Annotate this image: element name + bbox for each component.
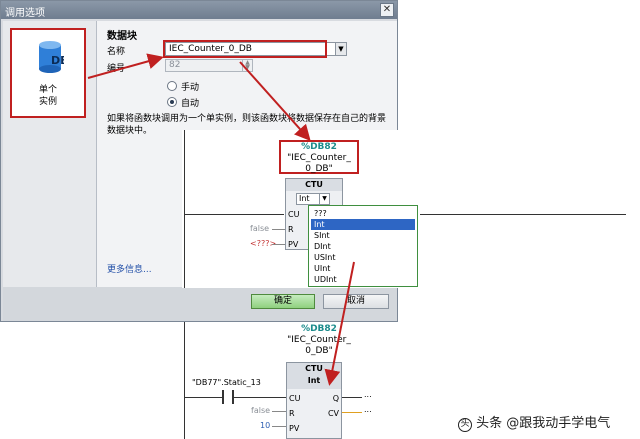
db-number-tag: %DB82 (301, 142, 337, 152)
section-title: 数据块 (107, 31, 137, 42)
type-option[interactable]: UInt (311, 263, 415, 274)
chevron-down-icon[interactable]: ▼ (335, 43, 346, 55)
q-wire (342, 397, 362, 398)
cancel-button[interactable]: 取消 (323, 294, 389, 309)
ctu-type-dropdown[interactable]: Int ▼ (296, 193, 330, 205)
ctu-block-type: Int (307, 376, 321, 385)
pin-cu: CU (289, 394, 301, 403)
type-option[interactable]: DInt (311, 241, 415, 252)
radio-manual-label: 手动 (181, 83, 200, 93)
ok-button[interactable]: 确定 (251, 294, 315, 309)
ctu-block-title: CTU Int (287, 363, 341, 389)
radio-manual[interactable] (167, 81, 177, 91)
ctu-type-value: Int (299, 194, 310, 203)
pin-cu: CU (288, 210, 300, 219)
radio-auto[interactable] (167, 97, 177, 107)
cv-wire (342, 412, 362, 413)
contact-tag[interactable]: "DB77".Static_13 (192, 378, 261, 387)
type-option[interactable]: UDInt (311, 274, 415, 285)
pin-q: Q (332, 394, 339, 403)
db-name-line2: 0_DB" (305, 164, 333, 174)
type-option[interactable]: ??? (311, 208, 415, 219)
dialog-title: 调用选项 (5, 8, 45, 19)
db-icon-label: DB (51, 54, 64, 67)
db-instance-ref-top[interactable]: %DB82 "IEC_Counter_ 0_DB" (281, 142, 357, 175)
r-wire (272, 229, 285, 230)
instance-type-panel: DB 单个 实例 (3, 21, 97, 287)
pin-pv: PV (288, 240, 299, 249)
dialog-footer: 确定 取消 (3, 287, 397, 321)
pin-r: R (288, 225, 294, 234)
type-option[interactable]: USInt (311, 252, 415, 263)
db-name-line1: "IEC_Counter_ (287, 335, 351, 345)
db-number-tag: %DB82 (301, 324, 337, 334)
pv-wire (272, 426, 286, 427)
database-icon: DB (39, 41, 64, 73)
type-option[interactable]: SInt (311, 230, 415, 241)
r-operand[interactable]: false (251, 406, 270, 415)
ctu-block-title: CTU (286, 179, 342, 191)
pin-pv: PV (289, 424, 300, 433)
db-name-line2: 0_DB" (305, 346, 333, 356)
db-number-value: 82 (169, 60, 181, 70)
name-label: 名称 (107, 47, 126, 57)
ctu-block-name: CTU (305, 364, 323, 373)
power-rail-top (184, 130, 185, 288)
single-instance-tile[interactable]: DB 单个 实例 (10, 28, 86, 118)
power-rail-bottom (184, 322, 185, 439)
cv-operand[interactable]: ... (364, 405, 372, 414)
rung-left-top (184, 214, 284, 215)
watermark: 头 头条 @跟我动手学电气 (458, 412, 610, 432)
q-operand[interactable]: ... (364, 390, 372, 399)
watermark-text: 头条 @跟我动手学电气 (476, 416, 611, 431)
name-highlight-box (163, 40, 327, 58)
db-instance-ref-bottom[interactable]: %DB82 "IEC_Counter_ 0_DB" (281, 324, 357, 357)
chevron-down-icon[interactable]: ▼ (319, 194, 329, 204)
rung-right-top (420, 214, 626, 215)
pin-r: R (289, 409, 295, 418)
tile-label-line2: 实例 (38, 97, 57, 107)
dialog-titlebar[interactable]: 调用选项 ✕ (1, 1, 397, 19)
spinner-icon[interactable]: ▲ ▼ (242, 60, 252, 71)
radio-auto-label: 自动 (181, 99, 200, 109)
rung-wire-2 (234, 397, 286, 398)
type-option-selected[interactable]: Int (311, 219, 415, 230)
more-info-link[interactable]: 更多信息... (107, 262, 152, 275)
r-operand[interactable]: false (250, 224, 269, 233)
data-type-list[interactable]: ??? Int SInt DInt USInt UInt UDInt (308, 205, 418, 287)
ctu-block-bottom[interactable]: CTU Int CU R PV Q CV (286, 362, 342, 439)
contact-left-bar (222, 390, 224, 404)
db-name-line1: "IEC_Counter_ (287, 153, 351, 163)
toutiao-logo-icon: 头 (458, 418, 472, 432)
pin-cv: CV (327, 409, 339, 418)
r-wire (272, 411, 286, 412)
number-label: 编号 (107, 64, 126, 74)
pv-operand[interactable]: 10 (260, 421, 270, 430)
pv-wire (272, 244, 285, 245)
close-icon[interactable]: ✕ (380, 3, 394, 17)
rung-wire-1 (184, 397, 222, 398)
db-number-input[interactable]: 82 ▲ ▼ (165, 59, 253, 72)
